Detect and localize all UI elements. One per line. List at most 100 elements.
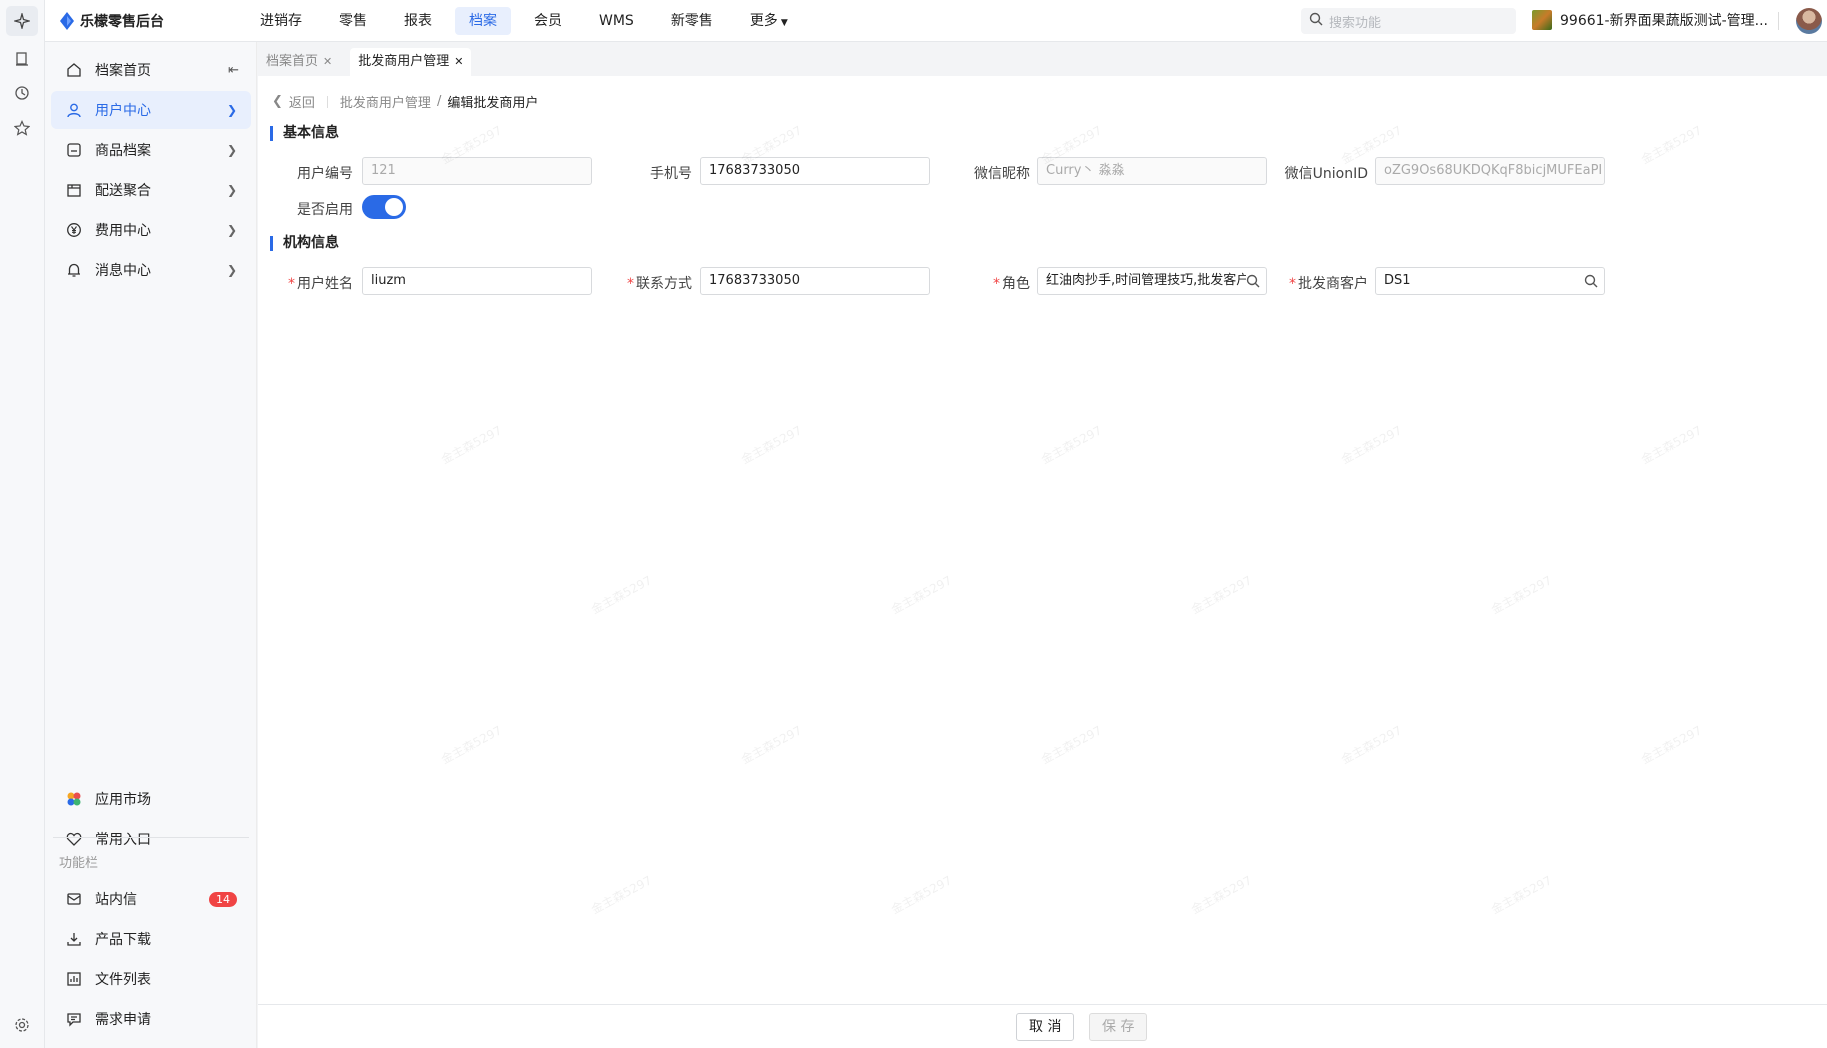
wholesale-customer-label-text: 批发商客户 — [1298, 276, 1368, 292]
watermark: 金主森5297 — [1638, 723, 1705, 767]
user-name-label: * 用户姓名 — [253, 273, 353, 293]
heart-icon — [65, 830, 83, 848]
divider — [326, 95, 328, 108]
sidebar-item-label: 应用市场 — [95, 792, 151, 808]
function-bar-heading: 功能栏 — [59, 856, 99, 871]
tab-archive-home[interactable]: 档案首页 ✕ — [258, 48, 340, 76]
watermark: 金主森5297 — [1488, 873, 1555, 917]
sidebar-item-label: 文件列表 — [95, 972, 151, 988]
sidebar-item-request[interactable]: 需求申请 — [51, 1000, 251, 1038]
user-name-label-text: 用户姓名 — [297, 276, 353, 292]
role-label-text: 角色 — [1002, 276, 1030, 292]
watermark: 金主森5297 — [1488, 573, 1555, 617]
sidebar-item-user-center[interactable]: 用户中心 ❯ — [51, 91, 251, 129]
back-link[interactable]: ❮ 返回 — [272, 92, 315, 111]
sidebar-item-label: 常用入口 — [95, 832, 151, 848]
required-mark: * — [288, 276, 295, 292]
page-tabs: 档案首页 ✕ 批发商用户管理 ✕ — [258, 48, 481, 76]
sidebar-item-inbox[interactable]: 站内信 14 — [51, 880, 251, 918]
app-brand[interactable]: 乐檬零售后台 — [60, 10, 164, 32]
tab-wholesaler-user-mgmt[interactable]: 批发商用户管理 ✕ — [350, 48, 472, 76]
watermark: 金主森5297 — [588, 873, 655, 917]
chevron-right-icon: ❯ — [226, 263, 237, 277]
avatar[interactable] — [1796, 8, 1822, 34]
breadcrumb-parent[interactable]: 批发商用户管理 — [340, 92, 431, 111]
nav-item-reports[interactable]: 报表 — [390, 7, 446, 35]
settings-icon[interactable] — [11, 1014, 33, 1036]
nav-item-member[interactable]: 会员 — [520, 7, 576, 35]
collapse-sidebar-icon[interactable]: ⇤ — [228, 63, 239, 78]
nav-item-archive[interactable]: 档案 — [455, 7, 511, 35]
divider — [53, 837, 249, 838]
search-input[interactable]: 搜索功能 — [1301, 8, 1516, 34]
search-icon[interactable] — [1584, 268, 1598, 294]
role-field[interactable]: 红油肉抄手,时间管理技巧,批发客户 — [1037, 267, 1267, 295]
enabled-label: 是否启用 — [297, 202, 353, 218]
chevron-right-icon: ❯ — [226, 143, 237, 157]
tab-label: 批发商用户管理 — [358, 54, 450, 69]
watermark: 金主森5297 — [1188, 873, 1255, 917]
sparkle-icon[interactable] — [6, 6, 38, 36]
document-icon[interactable] — [11, 48, 33, 70]
goods-icon — [65, 141, 83, 159]
nav-item-new-retail[interactable]: 新零售 — [657, 7, 727, 35]
watermark: 金主森5297 — [1338, 423, 1405, 467]
watermark: 金主森5297 — [1188, 573, 1255, 617]
wholesale-customer-value: DS1 — [1384, 273, 1411, 288]
yen-icon — [65, 221, 83, 239]
watermark: 金主森5297 — [738, 423, 805, 467]
breadcrumb-current: 编辑批发商用户 — [447, 96, 539, 111]
store-selector[interactable]: 99661-新界面果蔬版测试-管理... — [1532, 10, 1768, 30]
close-icon[interactable]: ✕ — [454, 55, 463, 68]
contact-field[interactable]: 17683733050 — [700, 267, 930, 295]
bell-icon — [65, 261, 83, 279]
phone-field[interactable]: 17683733050 — [700, 157, 930, 185]
nav-item-inventory[interactable]: 进销存 — [246, 7, 316, 35]
wholesale-customer-field[interactable]: DS1 — [1375, 267, 1605, 295]
nav-item-retail[interactable]: 零售 — [325, 7, 381, 35]
sidebar-item-label: 商品档案 — [95, 143, 151, 159]
sidebar-item-message-center[interactable]: 消息中心 ❯ — [51, 251, 251, 289]
sidebar-item-file-list[interactable]: 文件列表 — [51, 960, 251, 998]
delivery-icon — [65, 181, 83, 199]
required-mark: * — [1289, 276, 1296, 292]
cancel-button[interactable]: 取 消 — [1016, 1013, 1075, 1041]
search-placeholder: 搜索功能 — [1329, 15, 1382, 31]
sidebar-item-label: 配送聚合 — [95, 183, 151, 199]
chevron-right-icon: ❯ — [226, 183, 237, 197]
nav-item-wms[interactable]: WMS — [585, 7, 648, 35]
user-name-field[interactable]: liuzm — [362, 267, 592, 295]
user-icon — [65, 101, 83, 119]
user-code-label: 用户编号 — [297, 166, 353, 182]
main-content: ❮ 返回 批发商用户管理 / 编辑批发商用户 基本信息 用户编号 121 手机号… — [258, 76, 1827, 1004]
mail-icon — [65, 890, 83, 908]
caret-down-icon: ▼ — [780, 18, 788, 28]
sidebar-item-app-market[interactable]: 应用市场 — [51, 780, 251, 818]
watermark: 金主森5297 — [738, 723, 805, 767]
phone-label: 手机号 — [650, 166, 692, 182]
search-icon[interactable] — [1246, 268, 1260, 294]
sidebar-item-label: 需求申请 — [95, 1012, 151, 1028]
sidebar-item-label: 站内信 — [95, 892, 137, 908]
breadcrumb-separator: / — [436, 94, 442, 109]
sidebar-item-delivery[interactable]: 配送聚合 ❯ — [51, 171, 251, 209]
save-button[interactable]: 保 存 — [1089, 1013, 1148, 1041]
history-icon[interactable] — [11, 82, 33, 104]
top-nav: 进销存 零售 报表 档案 会员 WMS 新零售 更多 ▼ — [246, 0, 811, 42]
sidebar-item-goods-archive[interactable]: 商品档案 ❯ — [51, 131, 251, 169]
watermark: 金主森5297 — [1038, 423, 1105, 467]
wholesale-customer-label: * 批发商客户 — [1268, 273, 1368, 293]
nav-more-label: 更多 — [749, 13, 778, 29]
close-icon[interactable]: ✕ — [323, 55, 332, 68]
left-icon-rail — [0, 0, 45, 1048]
enabled-toggle[interactable] — [362, 195, 406, 219]
required-mark: * — [627, 276, 634, 292]
sidebar-item-label: 档案首页 — [95, 63, 151, 79]
sidebar-item-product-download[interactable]: 产品下载 — [51, 920, 251, 958]
sidebar-item-label: 产品下载 — [95, 932, 151, 948]
sidebar-item-fee-center[interactable]: 费用中心 ❯ — [51, 211, 251, 249]
sidebar-item-archive-home[interactable]: 档案首页 ⇤ — [51, 51, 251, 89]
nav-item-more[interactable]: 更多 ▼ — [736, 7, 802, 35]
unread-count-badge: 14 — [209, 891, 237, 907]
star-icon[interactable] — [11, 117, 33, 139]
